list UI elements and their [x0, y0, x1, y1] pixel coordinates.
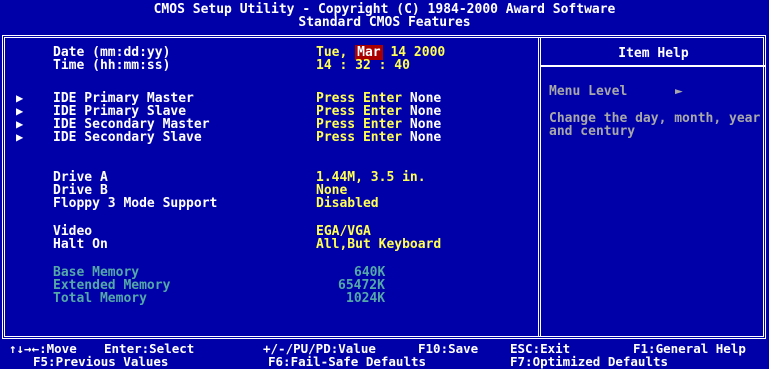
- halt-on-value[interactable]: All,But Keyboard: [316, 238, 441, 251]
- ide-status: None: [409, 130, 442, 145]
- ide-value[interactable]: Press Enter None: [316, 131, 441, 144]
- time-value[interactable]: 14 : 32 : 40: [316, 59, 410, 72]
- title-bar: CMOS Setup Utility - Copyright (C) 1984-…: [0, 3, 769, 29]
- key-previous: F5:Previous Values: [33, 354, 169, 369]
- key-fail-safe: F6:Fail-Safe Defaults: [268, 354, 427, 369]
- time-label: Time (hh:mm:ss): [53, 58, 171, 73]
- help-description: Change the day, month, year and century: [549, 111, 761, 139]
- key-help-bar: ↑↓→←:Move Enter:Select +/-/PU/PD:Value F…: [0, 342, 769, 369]
- help-divider: [538, 38, 541, 336]
- submenu-arrow-icon: ▶: [16, 130, 24, 144]
- total-memory-row: Total Memory 1024K: [5, 292, 538, 305]
- ide-action: Press Enter: [316, 130, 403, 145]
- halt-on-row[interactable]: Halt On All,But Keyboard: [5, 238, 538, 251]
- floppy3-value[interactable]: Disabled: [316, 197, 379, 210]
- key-save: F10:Save: [418, 341, 479, 356]
- floppy3-row[interactable]: Floppy 3 Mode Support Disabled: [5, 197, 538, 210]
- menu-level-label: Menu Level: [549, 84, 628, 99]
- floppy3-label: Floppy 3 Mode Support: [53, 196, 218, 211]
- ide-secondary-slave-row[interactable]: ▶ IDE Secondary Slave Press Enter None: [5, 130, 538, 145]
- settings-panel: Date (mm:dd:yy) Tue, Mar 14 2000 Time (h…: [2, 35, 766, 339]
- item-help-title: Item Help: [618, 46, 689, 61]
- bios-screen: CMOS Setup Utility - Copyright (C) 1984-…: [0, 0, 769, 369]
- total-memory-label: Total Memory: [53, 291, 147, 306]
- halt-on-label: Halt On: [53, 237, 108, 252]
- menu-level-arrow-icon: ►: [675, 84, 683, 99]
- total-memory-value: 1024K: [346, 291, 386, 306]
- time-row[interactable]: Time (hh:mm:ss) 14 : 32 : 40: [5, 59, 538, 72]
- ide-label: IDE Secondary Slave: [53, 130, 202, 145]
- key-optimized: F7:Optimized Defaults: [510, 354, 669, 369]
- title-section: Standard CMOS Features: [298, 15, 471, 30]
- help-separator: [541, 65, 766, 67]
